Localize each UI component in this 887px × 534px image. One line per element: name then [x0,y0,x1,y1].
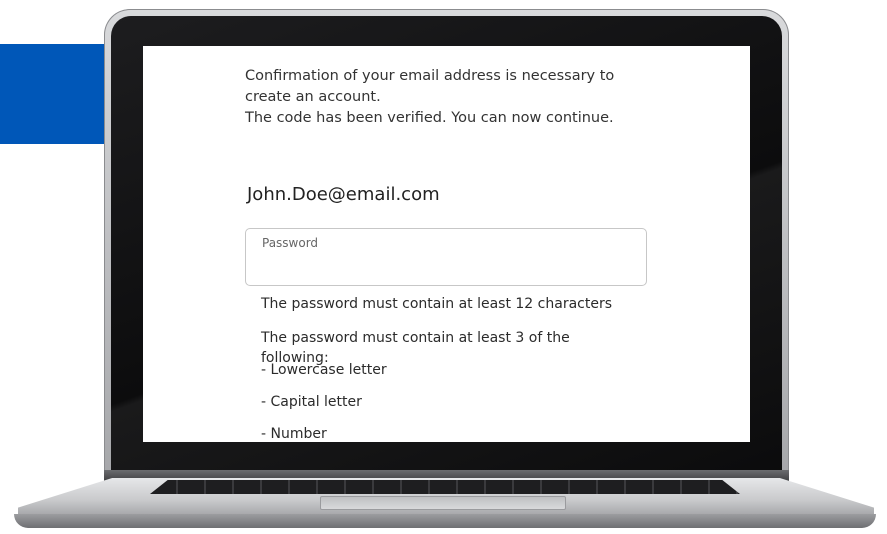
laptop-keyboard [150,480,740,494]
verification-message: Confirmation of your email address is ne… [245,66,665,129]
password-input[interactable] [261,257,635,281]
password-field[interactable]: Password [245,228,647,286]
rule-capital: - Capital letter [261,394,362,410]
intro-line-2: create an account. [245,89,381,105]
brand-color-block [0,44,110,144]
laptop-screen: Confirmation of your email address is ne… [143,46,750,442]
laptop-base-edge [14,514,876,528]
rule-lowercase: - Lowercase letter [261,362,387,378]
password-label: Password [262,236,319,250]
rule-number: - Number [261,426,327,442]
laptop-trackpad [320,496,566,510]
intro-line-1: Confirmation of your email address is ne… [245,68,615,84]
rule-min-length: The password must contain at least 12 ch… [261,296,612,312]
intro-line-3: The code has been verified. You can now … [245,110,614,126]
signup-form: Confirmation of your email address is ne… [245,66,665,442]
account-email: John.Doe@email.com [247,184,440,205]
photo-stage: Confirmation of your email address is ne… [0,0,887,534]
